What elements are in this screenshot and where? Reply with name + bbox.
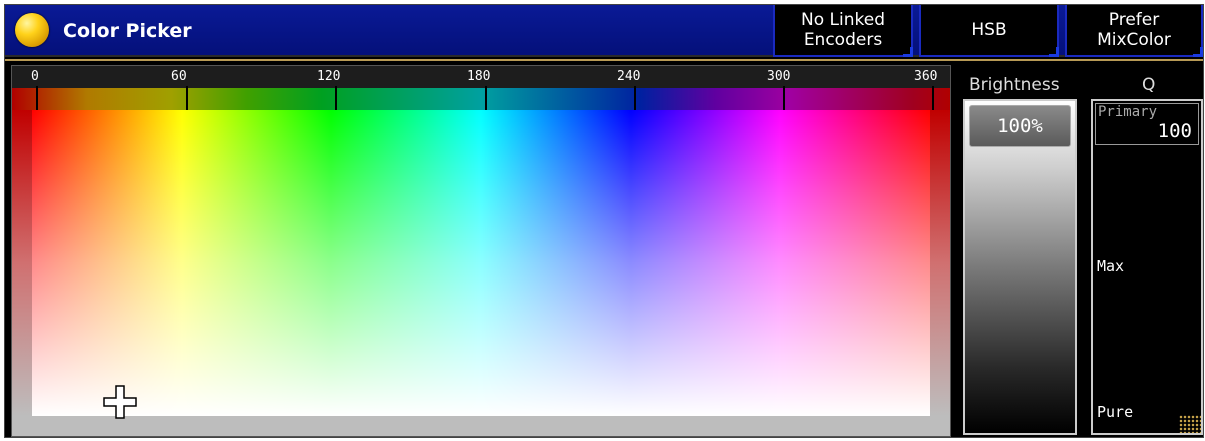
hue-tick-label: 0 [31,69,39,84]
prefer-label-line1: Prefer [1108,10,1160,30]
hue-tick-label: 180 [467,69,491,84]
hue-saturation-field[interactable] [32,110,930,416]
quality-label: Q [1142,75,1156,95]
quality-knob-caption: Primary [1098,104,1158,120]
hue-tick-mark [485,86,487,112]
hue-tick-label: 300 [767,69,791,84]
linked-encoders-label-line2: Encoders [803,30,883,50]
hue-strip[interactable] [12,88,950,110]
linked-encoders-button[interactable]: No Linked Encoders [773,5,913,57]
hue-tick-mark [186,86,188,112]
hue-ruler: 0 60 120 180 240 300 360 [12,66,950,88]
quality-knob-value: 100 [1157,120,1192,142]
prefer-mixcolor-button[interactable]: Prefer MixColor [1065,5,1203,57]
brightness-knob[interactable]: 100% [969,105,1071,147]
encoder-corner-icon [1193,47,1203,57]
prefer-label-line2: MixColor [1097,30,1171,50]
color-mode-label: HSB [971,20,1007,40]
quality-fader[interactable]: Primary 100 Max Pure [1091,99,1203,435]
hue-tick-label: 60 [171,69,187,84]
encoder-corner-icon [903,47,913,57]
hue-tick-mark [932,86,934,112]
brightness-label: Brightness [969,75,1060,95]
window-title: Color Picker [63,20,192,42]
quality-knob[interactable]: Primary 100 [1095,103,1199,145]
hue-tick-label: 360 [914,69,938,84]
brightness-fader[interactable]: 100% [963,99,1077,435]
hue-tick-mark [36,86,38,112]
resize-grip-icon[interactable] [1179,415,1201,433]
picker-content: 0 60 120 180 240 300 360 Brightness 100%… [5,59,1203,437]
hue-tick-label: 120 [317,69,341,84]
hue-tick-mark [335,86,337,112]
hue-saturation-picker[interactable]: 0 60 120 180 240 300 360 [11,65,951,437]
title-bar: Color Picker No Linked Encoders HSB Pref… [5,5,1203,57]
linked-encoders-label-line1: No Linked [801,10,885,30]
hue-tick-label: 240 [617,69,641,84]
encoder-corner-icon [1049,47,1059,57]
color-orb-icon [15,13,49,47]
crosshair-cursor-icon[interactable] [102,384,138,420]
quality-max-label: Max [1097,257,1125,275]
hue-tick-mark [783,86,785,112]
field-edge-right [930,110,950,416]
quality-pure-label: Pure [1097,403,1134,421]
hue-tick-mark [634,86,636,112]
color-picker-window: Color Picker No Linked Encoders HSB Pref… [4,4,1204,438]
field-edge-left [12,110,32,416]
field-edge-bottom [12,416,950,436]
color-mode-button[interactable]: HSB [919,5,1059,57]
